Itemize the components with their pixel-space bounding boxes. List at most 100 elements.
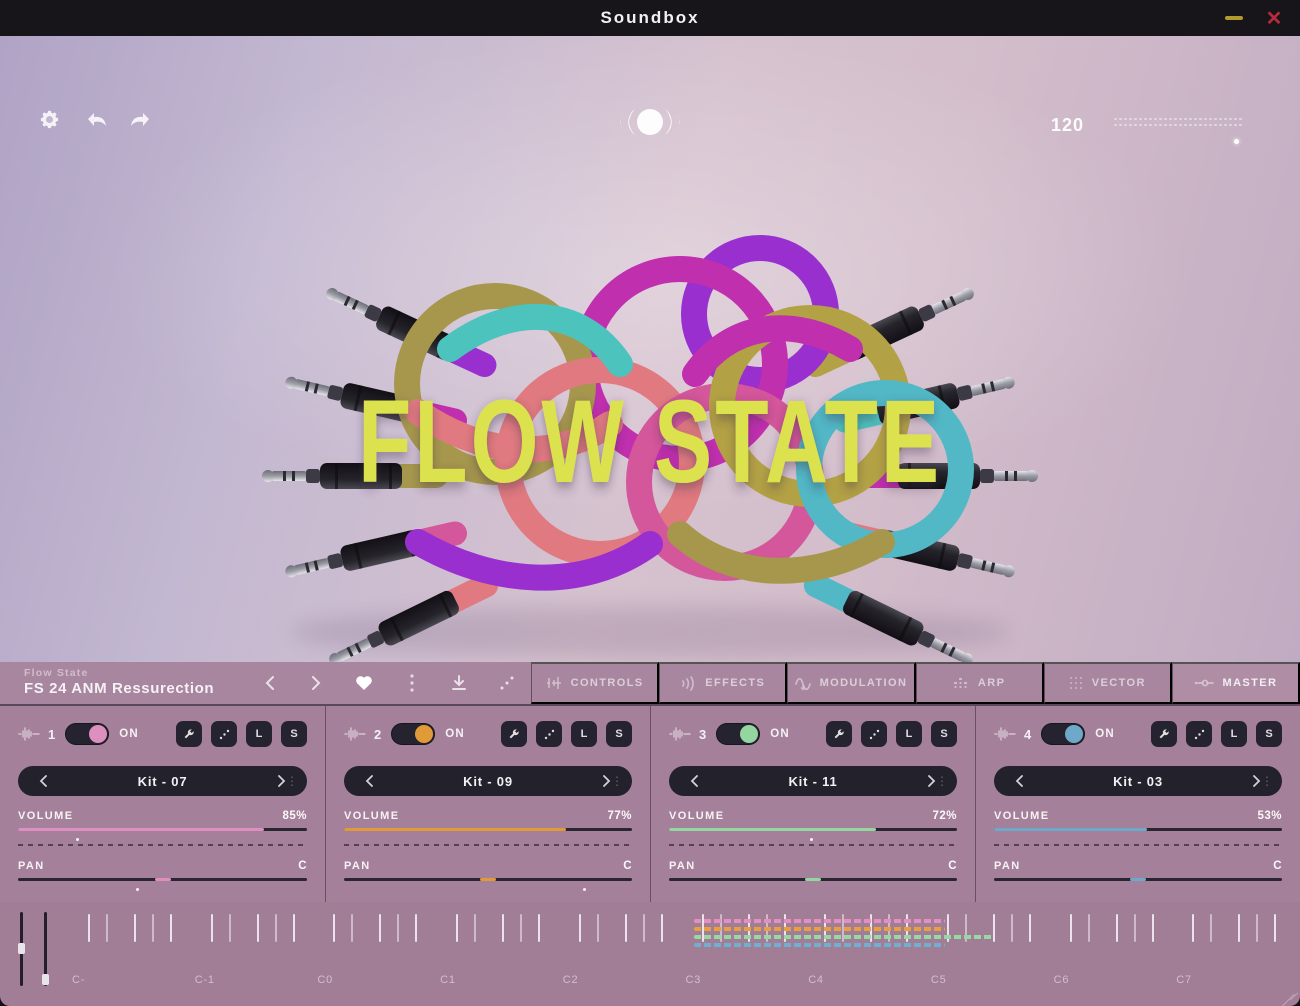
preset-info[interactable]: Flow State FS 24 ANM Ressurection — [24, 667, 214, 699]
key-tick[interactable] — [170, 914, 172, 942]
kit-menu-kebab-icon[interactable]: ⋮ — [611, 775, 623, 787]
pitch-wheel-handle[interactable] — [18, 943, 25, 954]
settings-gear-icon[interactable] — [38, 108, 61, 131]
solo-button[interactable]: S — [931, 721, 957, 747]
kit-menu-kebab-icon[interactable]: ⋮ — [1261, 775, 1273, 787]
key-tick[interactable] — [351, 914, 353, 942]
volume-slider[interactable] — [344, 828, 632, 831]
channel-power-toggle[interactable] — [716, 723, 760, 745]
key-tick[interactable] — [415, 914, 417, 942]
channel-power-toggle[interactable] — [391, 723, 435, 745]
expand-dots-button[interactable] — [536, 721, 562, 747]
key-tick[interactable] — [293, 914, 295, 942]
pitch-wheel[interactable] — [20, 912, 23, 986]
key-tick[interactable] — [152, 914, 154, 942]
favorite-heart-icon[interactable] — [350, 669, 378, 697]
key-tick[interactable] — [643, 914, 645, 942]
preset-next-button[interactable] — [303, 669, 331, 697]
key-tick[interactable] — [1088, 914, 1090, 942]
key-tick[interactable] — [1238, 914, 1240, 942]
key-tick[interactable] — [211, 914, 213, 942]
key-tick[interactable] — [1116, 914, 1118, 942]
lock-button[interactable]: L — [571, 721, 597, 747]
tab-effects[interactable]: EFFECTS — [659, 662, 787, 704]
key-tick[interactable] — [1134, 914, 1136, 942]
kit-selector[interactable]: Kit - 11 ⋮ — [669, 766, 957, 796]
minimize-button[interactable] — [1214, 0, 1254, 36]
key-tick[interactable] — [275, 914, 277, 942]
key-tick[interactable] — [520, 914, 522, 942]
kit-prev-button[interactable] — [681, 768, 707, 794]
key-tick[interactable] — [1070, 914, 1072, 942]
key-tick[interactable] — [502, 914, 504, 942]
key-tick[interactable] — [88, 914, 90, 942]
key-tick[interactable] — [134, 914, 136, 942]
lock-button[interactable]: L — [246, 721, 272, 747]
tab-master[interactable]: MASTER — [1172, 662, 1300, 704]
pan-slider[interactable] — [669, 878, 957, 881]
key-tick[interactable] — [397, 914, 399, 942]
close-button[interactable]: ✕ — [1254, 0, 1294, 36]
key-tick[interactable] — [538, 914, 540, 942]
tweak-wrench-button[interactable] — [1151, 721, 1177, 747]
key-tick[interactable] — [1210, 914, 1212, 942]
kit-prev-button[interactable] — [1006, 768, 1032, 794]
tab-vector[interactable]: VECTOR — [1044, 662, 1172, 704]
key-tick[interactable] — [1152, 914, 1154, 942]
save-download-icon[interactable] — [445, 669, 473, 697]
lock-button[interactable]: L — [896, 721, 922, 747]
tempo-display[interactable]: 120 — [1051, 115, 1084, 136]
mod-wheel[interactable] — [44, 912, 47, 986]
expand-dots-button[interactable] — [211, 721, 237, 747]
solo-button[interactable]: S — [1256, 721, 1282, 747]
expand-browser-icon[interactable] — [493, 669, 521, 697]
tempo-pattern-strip[interactable] — [1114, 118, 1246, 130]
key-tick[interactable] — [625, 914, 627, 942]
key-tick[interactable] — [661, 914, 663, 942]
key-tick[interactable] — [1029, 914, 1031, 942]
lock-button[interactable]: L — [1221, 721, 1247, 747]
resize-handle[interactable] — [1281, 987, 1297, 1003]
key-tick[interactable] — [333, 914, 335, 942]
tweak-wrench-button[interactable] — [176, 721, 202, 747]
solo-button[interactable]: S — [281, 721, 307, 747]
tweak-wrench-button[interactable] — [501, 721, 527, 747]
key-tick[interactable] — [379, 914, 381, 942]
kit-menu-kebab-icon[interactable]: ⋮ — [936, 775, 948, 787]
undo-icon[interactable] — [84, 110, 110, 130]
key-tick[interactable] — [257, 914, 259, 942]
key-tick[interactable] — [229, 914, 231, 942]
volume-slider[interactable] — [18, 828, 307, 831]
key-tick[interactable] — [1011, 914, 1013, 942]
preset-menu-kebab-icon[interactable] — [398, 669, 426, 697]
kit-selector[interactable]: Kit - 09 ⋮ — [344, 766, 632, 796]
keyboard[interactable]: C-C-1C0C1C2C3C4C5C6C7 — [0, 902, 1300, 1006]
solo-button[interactable]: S — [606, 721, 632, 747]
expand-dots-button[interactable] — [1186, 721, 1212, 747]
channel-power-toggle[interactable] — [1041, 723, 1085, 745]
key-tick[interactable] — [1256, 914, 1258, 942]
volume-slider[interactable] — [994, 828, 1282, 831]
kit-prev-button[interactable] — [356, 768, 382, 794]
kit-menu-kebab-icon[interactable]: ⋮ — [286, 775, 298, 787]
key-tick[interactable] — [474, 914, 476, 942]
key-tick[interactable] — [1192, 914, 1194, 942]
tab-arp[interactable]: ARP — [916, 662, 1044, 704]
channel-power-toggle[interactable] — [65, 723, 109, 745]
tab-controls[interactable]: CONTROLS — [531, 662, 659, 704]
redo-icon[interactable] — [127, 110, 153, 130]
kit-prev-button[interactable] — [30, 768, 56, 794]
key-tick[interactable] — [597, 914, 599, 942]
pan-slider[interactable] — [18, 878, 307, 881]
tweak-wrench-button[interactable] — [826, 721, 852, 747]
kit-selector[interactable]: Kit - 03 ⋮ — [994, 766, 1282, 796]
volume-slider[interactable] — [669, 828, 957, 831]
key-tick[interactable] — [579, 914, 581, 942]
tab-modulation[interactable]: MODULATION — [787, 662, 915, 704]
kit-selector[interactable]: Kit - 07 ⋮ — [18, 766, 307, 796]
expand-dots-button[interactable] — [861, 721, 887, 747]
key-tick[interactable] — [456, 914, 458, 942]
mod-wheel-handle[interactable] — [42, 974, 49, 985]
pan-slider[interactable] — [994, 878, 1282, 881]
key-tick[interactable] — [1274, 914, 1276, 942]
